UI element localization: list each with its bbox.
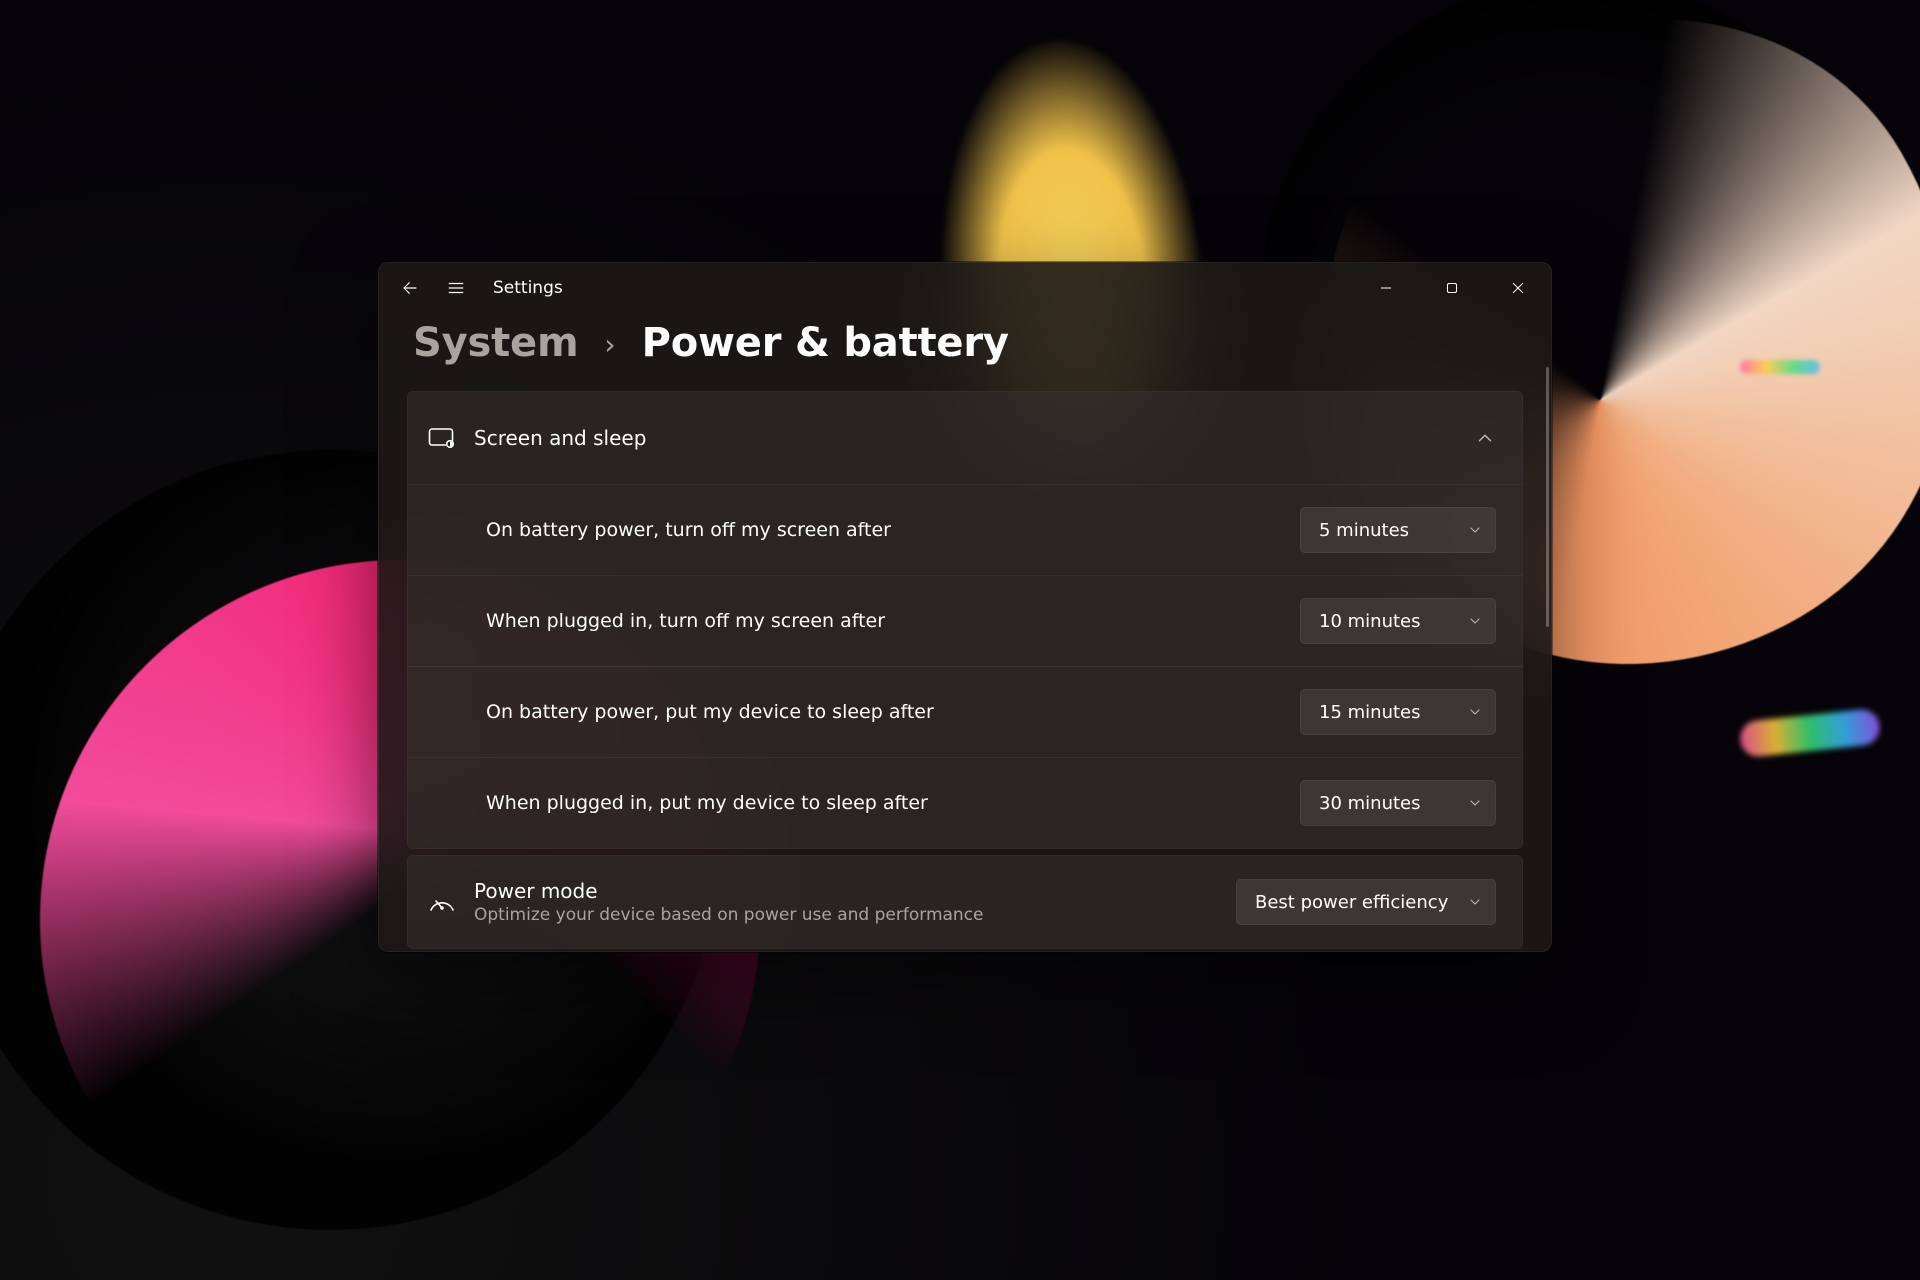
power-mode-subtitle: Optimize your device based on power use … — [474, 905, 984, 925]
setting-label: When plugged in, put my device to sleep … — [486, 792, 1300, 814]
window-title: Settings — [493, 278, 563, 298]
page-title: Power & battery — [642, 321, 1009, 365]
dropdown-sleep-plugged[interactable]: 30 minutes — [1300, 780, 1496, 826]
dropdown-value: 10 minutes — [1319, 611, 1421, 632]
dropdown-screen-off-plugged[interactable]: 10 minutes — [1300, 598, 1496, 644]
display-icon — [428, 427, 464, 449]
dropdown-value: Best power efficiency — [1255, 892, 1448, 913]
chevron-down-icon — [1467, 894, 1483, 910]
chevron-down-icon — [1467, 522, 1483, 538]
dropdown-power-mode[interactable]: Best power efficiency — [1236, 879, 1496, 925]
settings-window: Settings System › Power & battery — [378, 262, 1552, 952]
setting-label: On battery power, put my device to sleep… — [486, 701, 1300, 723]
power-mode-title: Power mode — [474, 879, 984, 903]
arrow-left-icon — [401, 279, 419, 297]
window-titlebar[interactable]: Settings — [379, 263, 1551, 313]
chevron-down-icon — [1467, 795, 1483, 811]
dropdown-value: 15 minutes — [1319, 702, 1421, 723]
maximize-icon — [1446, 282, 1458, 294]
speedometer-icon — [428, 891, 464, 913]
chevron-down-icon — [1467, 613, 1483, 629]
navigation-menu-button[interactable] — [433, 265, 479, 311]
breadcrumb-parent[interactable]: System — [413, 321, 578, 365]
close-button[interactable] — [1485, 266, 1551, 310]
setting-row-sleep-battery: On battery power, put my device to sleep… — [408, 666, 1522, 757]
power-mode-header[interactable]: Power mode Optimize your device based on… — [408, 856, 1522, 948]
chevron-down-icon — [1467, 704, 1483, 720]
setting-row-screen-off-battery: On battery power, turn off my screen aft… — [408, 484, 1522, 575]
scrollbar-thumb[interactable] — [1546, 367, 1549, 627]
hamburger-icon — [447, 279, 465, 297]
dropdown-screen-off-battery[interactable]: 5 minutes — [1300, 507, 1496, 553]
setting-label: On battery power, turn off my screen aft… — [486, 519, 1300, 541]
back-button[interactable] — [387, 265, 433, 311]
close-icon — [1512, 282, 1524, 294]
dropdown-value: 30 minutes — [1319, 793, 1421, 814]
chevron-up-icon — [1474, 427, 1496, 449]
settings-content: Screen and sleep On battery power, turn … — [407, 391, 1537, 951]
maximize-button[interactable] — [1419, 266, 1485, 310]
dropdown-value: 5 minutes — [1319, 520, 1409, 541]
screen-and-sleep-header[interactable]: Screen and sleep — [408, 392, 1522, 484]
setting-row-screen-off-plugged: When plugged in, turn off my screen afte… — [408, 575, 1522, 666]
setting-row-sleep-plugged: When plugged in, put my device to sleep … — [408, 757, 1522, 848]
chevron-right-icon: › — [604, 330, 615, 361]
screen-and-sleep-title: Screen and sleep — [474, 426, 646, 450]
dropdown-sleep-battery[interactable]: 15 minutes — [1300, 689, 1496, 735]
minimize-button[interactable] — [1353, 266, 1419, 310]
power-mode-card: Power mode Optimize your device based on… — [407, 855, 1523, 949]
setting-label: When plugged in, turn off my screen afte… — [486, 610, 1300, 632]
breadcrumb: System › Power & battery — [379, 313, 1551, 383]
minimize-icon — [1380, 282, 1392, 294]
screen-and-sleep-expander: Screen and sleep On battery power, turn … — [407, 391, 1523, 849]
